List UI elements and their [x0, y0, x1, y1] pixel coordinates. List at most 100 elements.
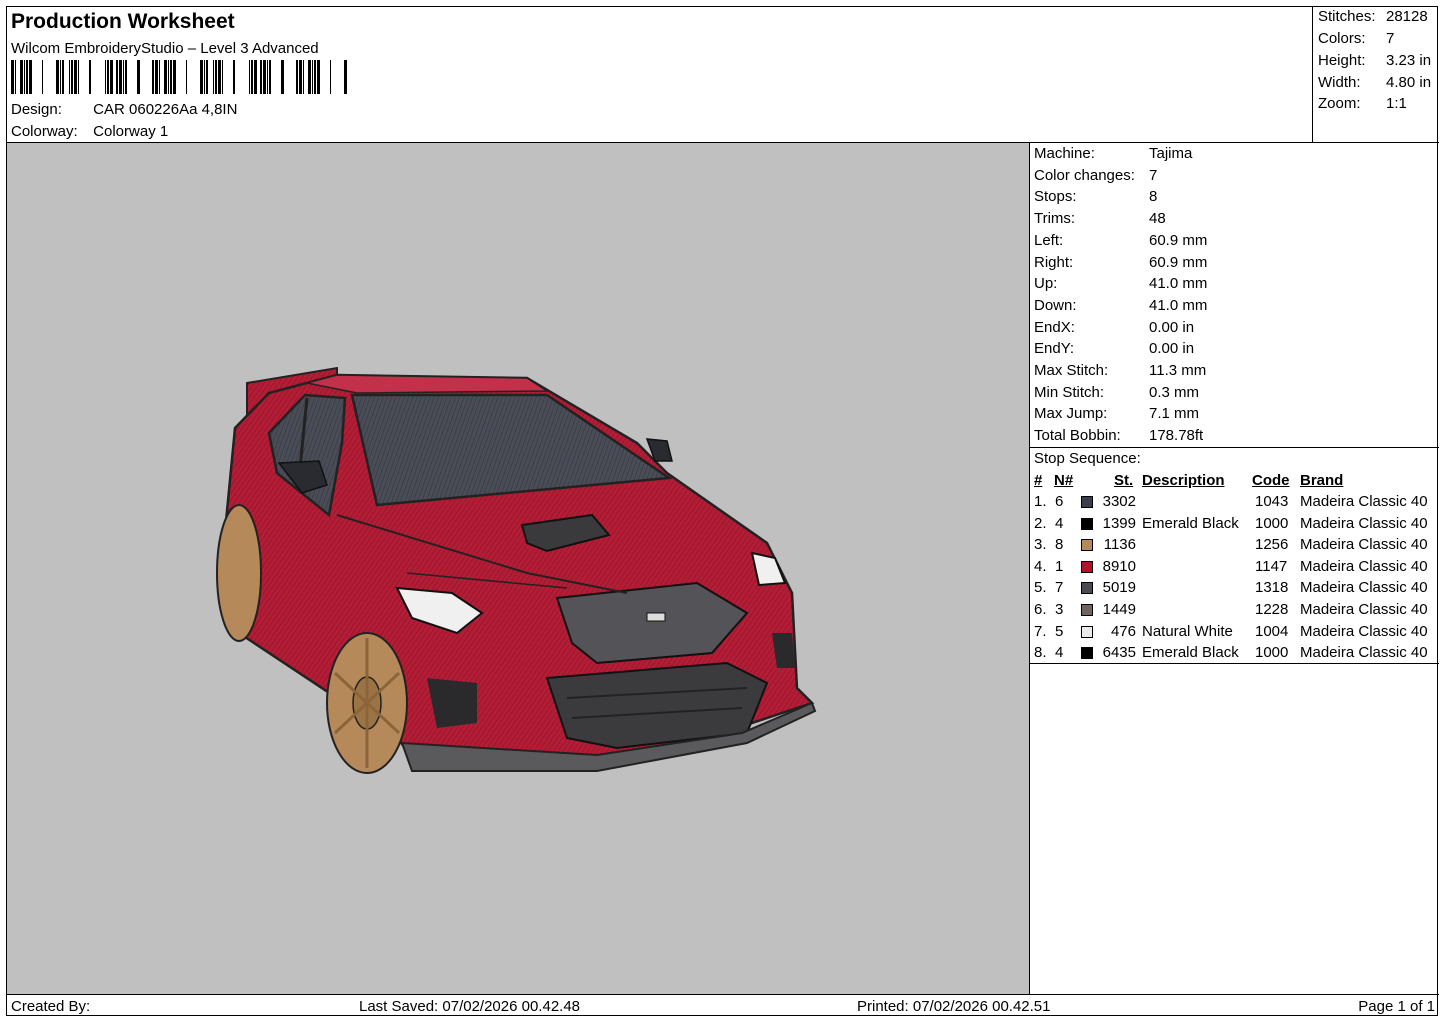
thread-color-swatch [1081, 496, 1093, 508]
colorway-row: Colorway: Colorway 1 [11, 123, 168, 140]
thread-brand: Madeira Classic 40 [1300, 601, 1428, 618]
colors-value: 7 [1386, 30, 1395, 47]
machine-row-label: EndX: [1034, 318, 1075, 336]
printed-date: Printed: 07/02/2026 00.42.51 [857, 998, 1051, 1015]
col-number: # [1034, 472, 1043, 489]
col-stitches: St. [1114, 472, 1134, 489]
barcode-bar [260, 60, 262, 94]
machine-row-label: Up: [1034, 275, 1058, 293]
table-row: 7. 5 476 Natural White 1004 Madeira Classic 4… [1030, 623, 1439, 644]
zoom-value: 1:1 [1386, 95, 1407, 112]
table-row: 2. 4 1399 Emerald Black 1000 Madeira Classic … [1030, 515, 1439, 536]
machine-row: Total Bobbin: 178.78ft [1034, 427, 1203, 444]
barcode-bar [296, 60, 298, 94]
machine-row: EndY: 0.00 in [1034, 340, 1194, 357]
col-needle: N# [1054, 472, 1074, 489]
barcode-bar [152, 60, 154, 94]
thread-code: 1000 [1255, 644, 1289, 662]
thread-color-swatch [1081, 560, 1093, 573]
thread-color-swatch [1081, 604, 1093, 616]
stitches-value: 28128 [1386, 8, 1428, 25]
barcode-image [11, 60, 347, 94]
machine-row-label: Max Jump: [1034, 405, 1108, 423]
machine-row-label: Machine: [1034, 145, 1095, 162]
design-summary: Stitches: 28128 Colors: 7 Height: 3.23 in W… [1313, 7, 1439, 143]
thread-brand: Madeira Classic 40 [1300, 644, 1428, 662]
machine-row: Max Jump: 7.1 mm [1034, 405, 1199, 422]
barcode-bar [125, 60, 127, 94]
page-title: Production Worksheet [11, 10, 235, 33]
barcode-bar [233, 60, 235, 94]
barcode-bar [155, 60, 158, 94]
barcode-bar [107, 60, 109, 94]
barcode-bar [215, 60, 217, 94]
machine-row-value: 8 [1149, 188, 1158, 206]
worksheet: Production Worksheet Wilcom EmbroiderySt… [6, 6, 1439, 1016]
barcode-bar [200, 60, 203, 94]
barcode-bar [263, 60, 266, 94]
thread-description: Natural White [1142, 622, 1233, 640]
barcode-bar [222, 60, 223, 94]
thread-color-swatch [1081, 625, 1093, 638]
barcode-bar [330, 60, 331, 94]
barcode-bar [119, 60, 122, 94]
barcode-bar [303, 60, 304, 94]
created-by: Created By: [11, 998, 91, 1015]
barcode-bar [62, 60, 64, 94]
barcode-bar [116, 60, 118, 94]
barcode-bar [164, 60, 167, 94]
machine-row: Left: 60.9 mm [1034, 232, 1207, 249]
table-row: 4. 1 8910 1147 Madeira Classic 40 [1030, 558, 1439, 579]
thread-color-swatch [1081, 517, 1093, 530]
machine-row-label: Down: [1034, 296, 1077, 314]
barcode-bar [312, 60, 313, 94]
thread-code: 1228 [1255, 601, 1289, 618]
machine-row-value: 41.0 mm [1149, 296, 1208, 314]
thread-color-swatch [1081, 582, 1093, 595]
width-row: Width: 4.80 in [1318, 74, 1438, 91]
machine-row-value: 11.3 mm [1149, 362, 1207, 379]
table-row: 1. 6 3302 1043 Madeira Classic 40 [1030, 493, 1439, 514]
barcode-bar [281, 60, 284, 94]
col-code: Code [1252, 472, 1290, 489]
design-value: CAR 060226Aa 4,8IN [93, 101, 238, 118]
stop-sequence: Stop Sequence: # N# St. Description Code… [1030, 448, 1439, 664]
thread-code: 1318 [1255, 579, 1289, 597]
stop-sequence-heading: Stop Sequence: [1034, 450, 1141, 467]
barcode-bar [26, 60, 28, 94]
barcode-bar [105, 60, 106, 94]
machine-info: Machine: Tajima Color changes: 7 Stops: 8 Trim… [1030, 143, 1439, 448]
barcode-bar [15, 60, 16, 94]
col-brand: Brand [1300, 472, 1344, 489]
thread-brand: Madeira Classic 40 [1300, 493, 1428, 510]
thread-description: Emerald Black [1142, 514, 1239, 532]
thread-code: 1043 [1255, 493, 1289, 510]
stitches-label: Stitches: [1318, 8, 1376, 25]
barcode-bar [29, 60, 32, 94]
software-name: Wilcom EmbroideryStudio – Level 3 Advanc… [11, 40, 319, 57]
colors-label: Colors: [1318, 30, 1366, 47]
machine-row: Min Stitch: 0.3 mm [1034, 384, 1199, 401]
barcode-bar [137, 60, 140, 94]
barcode-bar [60, 60, 61, 94]
barcode-bar [317, 60, 320, 94]
table-row: 3. 8 1136 1256 Madeira Classic 40 [1030, 536, 1439, 557]
thread-code: 1004 [1255, 622, 1289, 640]
machine-row-value: 60.9 mm [1149, 231, 1208, 249]
car-embroidery-image [216, 366, 817, 774]
stitches-row: Stitches: 28128 [1318, 8, 1438, 25]
thread-brand: Madeira Classic 40 [1300, 536, 1428, 554]
barcode-bar [42, 60, 43, 94]
barcode-bar [20, 60, 23, 94]
barcode-bar [218, 60, 221, 94]
design-row: Design: CAR 060226Aa 4,8IN [11, 101, 237, 118]
machine-row-value: 0.3 mm [1149, 383, 1200, 401]
colorway-value: Colorway 1 [93, 123, 169, 140]
machine-row-label: Min Stitch: [1034, 383, 1105, 401]
barcode-bar [204, 60, 205, 94]
barcode-bar [173, 60, 176, 94]
thread-brand: Madeira Classic 40 [1300, 579, 1428, 597]
thread-brand: Madeira Classic 40 [1300, 557, 1428, 575]
machine-row: Max Stitch: 11.3 mm [1034, 362, 1206, 379]
barcode-bar [56, 60, 59, 94]
